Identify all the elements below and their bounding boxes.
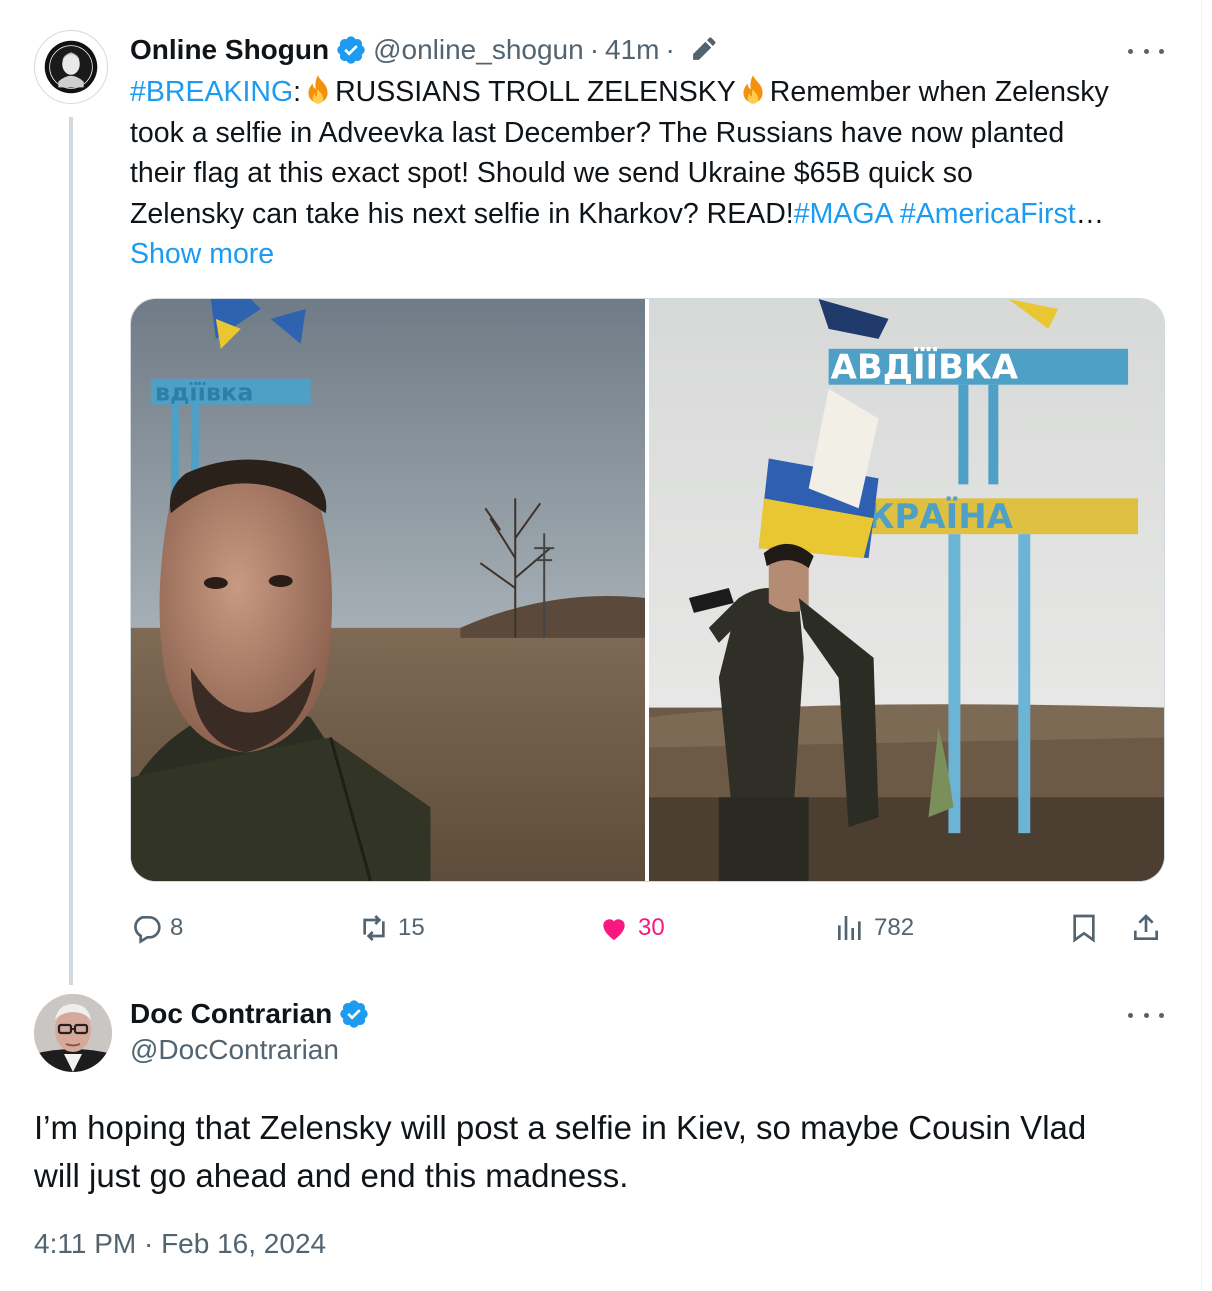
fire-emoji-icon [743,75,763,104]
tweet2-text: I’m hoping that Zelensky will post a sel… [34,1104,1184,1200]
repost-icon [363,915,385,941]
text-segment: Zelensky can take his next selfie in Kha… [130,197,794,230]
tweet1-header: Online Shogun @online_shogun · 41m · [130,30,717,70]
verified-badge-icon [340,1000,368,1028]
text-line: took a selfie in Adveevka last December?… [130,116,1065,149]
views-icon [838,916,861,940]
text-line: their flag at this exact spot! Should we… [130,157,973,189]
hashtag-americafirst[interactable]: #AmericaFirst [900,198,1076,230]
verified-badge-icon [337,36,365,64]
sign-text-left: вдїївка [155,379,253,407]
bookmark-icon [1073,914,1095,943]
fire-emoji-icon [308,75,328,104]
share-icon [1134,914,1158,940]
online-shogun-avatar[interactable] [34,30,108,104]
share-button[interactable] [1130,906,1170,950]
edit-pencil-icon [692,37,716,60]
doc-contrarian-avatar[interactable] [34,994,112,1072]
tweet1-display-name[interactable]: Online Shogun [130,34,329,66]
timeline-border [1201,0,1202,1291]
repost-count: 15 [398,914,425,941]
like-button[interactable]: 30 [598,906,665,950]
tweet2-handle[interactable]: @DocContrarian [130,1034,339,1066]
text-colon: : [293,76,302,108]
views-count: 782 [874,914,915,941]
separator-dot: · [665,34,675,65]
show-more-link[interactable]: Show more [130,234,1170,275]
tweet1-handle[interactable]: @online_shogun [373,34,584,66]
separator-dot: · [589,34,600,65]
sign-text-right-top: ABДЇЇBКA [831,347,1019,387]
reply-count: 8 [170,914,184,941]
repost-button[interactable]: 15 [358,906,425,950]
views-button[interactable]: 782 [834,906,914,950]
bookmark-button[interactable] [1068,906,1108,950]
tweet1-text: #BREAKING: RUSSIANS TROLL ZELENSKY Remembe… [130,72,1170,275]
tweet1-action-bar: 8 15 30 782 [130,906,1170,950]
reply-button[interactable]: 8 [130,906,183,950]
more-icon[interactable] [1128,1010,1164,1020]
tweet2-timestamp[interactable]: 4:11 PM · Feb 16, 2024 [34,1228,326,1260]
tweet1-media: вдїївка ABДЇЇBКA УКРАЇНА [130,298,1165,882]
text-segment: Remember when Zelensky [769,76,1109,108]
hashtag-breaking[interactable]: #BREAKING [130,76,293,108]
more-icon[interactable] [1128,46,1164,56]
text-ellipsis: … [1075,197,1105,230]
tweet2-header: Doc Contrarian [130,994,376,1034]
like-heart-icon [603,919,625,940]
reply-icon [134,916,161,944]
hashtag-maga[interactable]: #MAGA [794,198,892,230]
tweet2-display-name[interactable]: Doc Contrarian [130,998,332,1030]
thread-connector-line [69,117,73,985]
like-count: 30 [638,914,665,941]
photo-selfie-right[interactable]: ABДЇЇBКA УКРАЇНА [649,299,1164,881]
text-segment: RUSSIANS TROLL ZELENSKY [335,76,736,108]
text-line: I’m hoping that Zelensky will post a sel… [34,1109,1087,1146]
tweet1-time[interactable]: 41m [605,34,659,66]
text-line: will just go ahead and end this madness. [34,1157,629,1194]
photo-selfie-left[interactable]: вдїївка [131,299,645,881]
